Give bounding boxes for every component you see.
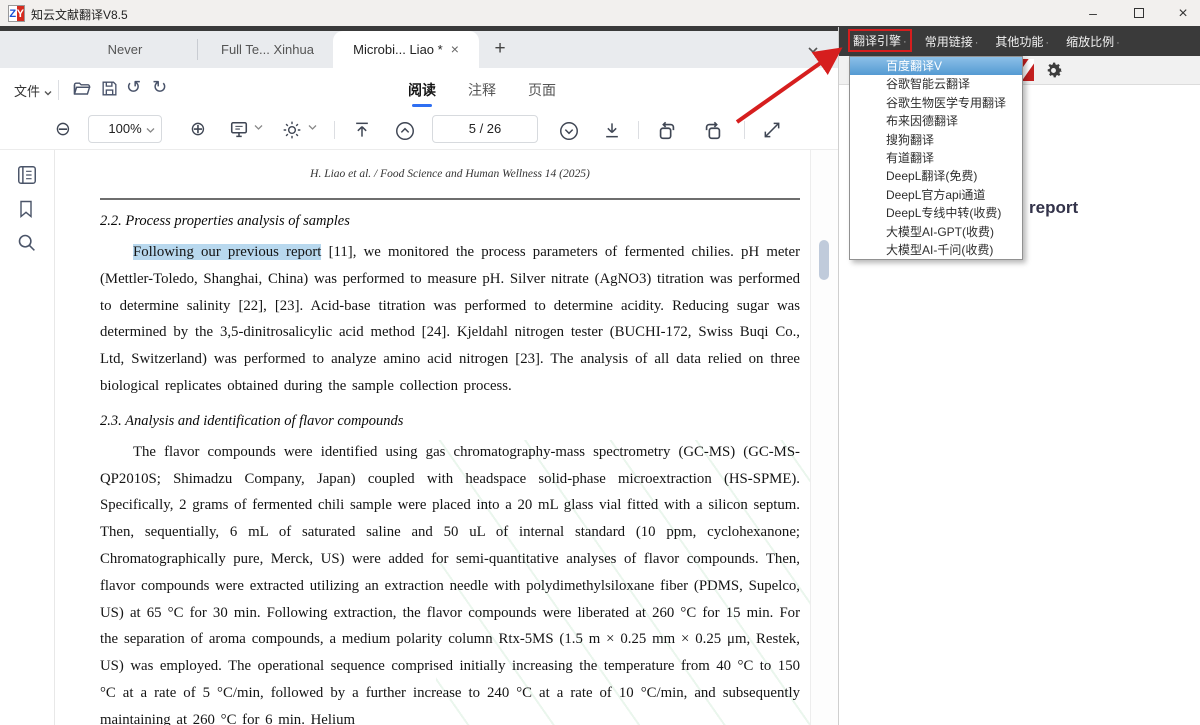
paper-running-head: H. Liao et al. / Food Science and Human …	[310, 168, 590, 180]
paragraph-23: The flavor compounds were identified usi…	[100, 443, 800, 725]
redo-icon[interactable]: ↻	[152, 77, 167, 98]
thumbnail-panel-icon[interactable]	[16, 164, 38, 186]
menu-item-0[interactable]: 翻译引擎 ·	[848, 29, 912, 52]
new-tab-button[interactable]: +	[486, 31, 514, 68]
zoom-level-select[interactable]: 100%	[88, 115, 162, 143]
menu-item-marker: ·	[974, 37, 979, 49]
close-button[interactable]: ×	[1168, 3, 1198, 24]
gear-icon[interactable]	[1043, 60, 1064, 81]
save-icon[interactable]	[100, 79, 122, 101]
next-page-icon[interactable]	[558, 120, 580, 142]
tab-divider	[197, 39, 198, 60]
minimize-button[interactable]: –	[1078, 3, 1108, 24]
pdf-scrollbar[interactable]	[810, 150, 838, 725]
menu-item-label: 翻译引擎	[853, 34, 902, 48]
document-tab-bar: Never Full Te... Xinhua Microbi... Liao …	[0, 31, 838, 68]
dropdown-item-10[interactable]: 大模型AI-千问(收费)	[850, 241, 1022, 259]
chevron-down-icon	[146, 128, 155, 133]
dropdown-item-1[interactable]: 谷歌智能云翻译	[850, 75, 1022, 93]
chevron-down-icon[interactable]	[308, 124, 317, 131]
zoom-out-icon[interactable]: ⊖	[55, 118, 71, 140]
section-heading-23: 2.3. Analysis and identification of flav…	[100, 412, 404, 429]
paragraph-22: Following our previous report [11], we m…	[100, 239, 800, 400]
menu-item-2[interactable]: 其他功能 ·	[991, 31, 1053, 52]
title-bar: Z Y 知云文献翻译V8.5 – ×	[0, 0, 1200, 27]
tab-close-icon[interactable]: ×	[451, 41, 459, 57]
menu-item-label: 其他功能	[995, 35, 1044, 49]
menu-item-marker: ·	[1116, 37, 1120, 49]
previous-page-icon[interactable]	[394, 120, 416, 142]
rotate-left-icon[interactable]	[656, 120, 678, 142]
go-to-top-icon[interactable]	[352, 120, 372, 140]
menu-item-marker: ·	[1045, 37, 1050, 49]
chevron-down-icon	[44, 90, 52, 96]
tab-list-chevron-icon[interactable]	[806, 43, 820, 57]
dropdown-item-9[interactable]: 大模型AI-GPT(收费)	[850, 223, 1022, 241]
dropdown-item-3[interactable]: 布来因德翻译	[850, 112, 1022, 130]
zoom-page-toolbar: ⊖ 100% ⊕ 5 / 26	[0, 112, 838, 150]
toolbar-divider	[334, 121, 335, 139]
translation-menubar: 翻译引擎 · 常用链接 · 其他功能 · 缩放比例 ·	[839, 27, 1200, 56]
document-sidebar	[0, 150, 55, 725]
search-icon[interactable]	[16, 232, 37, 253]
dropdown-item-7[interactable]: DeepL官方api通道	[850, 186, 1022, 204]
menu-item-label: 缩放比例	[1066, 35, 1115, 49]
brightness-icon[interactable]	[282, 120, 302, 140]
dropdown-item-4[interactable]: 搜狗翻译	[850, 131, 1022, 149]
bookmark-icon[interactable]	[16, 198, 36, 220]
tab-never[interactable]: Never	[55, 31, 195, 68]
toolbar-divider	[744, 121, 745, 139]
view-tab-annotate[interactable]: 注释	[468, 80, 496, 100]
chevron-down-icon[interactable]	[254, 124, 263, 131]
pdf-scrollbar-thumb[interactable]	[819, 240, 829, 280]
main-toolbar: 文件 ↺ ↻ 阅读 注释 页面	[0, 68, 838, 112]
dropdown-item-0[interactable]: 百度翻译V	[850, 57, 1022, 76]
page-view-mode-icon[interactable]	[228, 120, 250, 140]
translation-engine-dropdown: 百度翻译V 谷歌智能云翻译 谷歌生物医学专用翻译 布来因德翻译 搜狗翻译 有道翻译 Deep…	[849, 56, 1023, 261]
translation-result-fragment: report	[1029, 198, 1079, 217]
file-menu-button[interactable]: 文件	[14, 81, 53, 100]
paragraph-22-rest: [11], we monitored the process parameter…	[100, 244, 801, 394]
app-logo-icon: Z Y	[8, 5, 25, 22]
tab-microbi-liao-active[interactable]: Microbi... Liao * ×	[333, 31, 479, 68]
zoom-in-icon[interactable]: ⊕	[190, 118, 206, 140]
toolbar-divider	[58, 80, 59, 100]
undo-icon[interactable]: ↺	[126, 77, 141, 98]
app-title: 知云文献翻译V8.5	[31, 8, 128, 22]
fullscreen-expand-icon[interactable]	[762, 120, 782, 140]
menu-item-3[interactable]: 缩放比例 ·	[1062, 31, 1124, 52]
dropdown-item-2[interactable]: 谷歌生物医学专用翻译	[850, 94, 1022, 112]
tab-label: Microbi... Liao *	[353, 42, 443, 57]
menu-item-1[interactable]: 常用链接 ·	[921, 31, 983, 52]
page-number-input[interactable]: 5 / 26	[432, 115, 538, 143]
menu-item-marker: ·	[903, 36, 907, 48]
header-rule	[100, 198, 800, 200]
download-icon[interactable]	[602, 120, 622, 140]
view-tab-read[interactable]: 阅读	[408, 80, 436, 100]
pdf-document-text: H. Liao et al. / Food Science and Human …	[100, 160, 800, 725]
pdf-page-view[interactable]: H. Liao et al. / Food Science and Human …	[56, 150, 810, 725]
tab-fulltext-xinhua[interactable]: Full Te... Xinhua	[205, 31, 330, 68]
dropdown-item-5[interactable]: 有道翻译	[850, 149, 1022, 167]
section-heading-22: 2.2. Process properties analysis of samp…	[100, 213, 350, 229]
dropdown-item-8[interactable]: DeepL专线中转(收费)	[850, 204, 1022, 222]
maximize-icon	[1134, 8, 1144, 18]
view-tab-page[interactable]: 页面	[528, 80, 556, 100]
menu-item-label: 常用链接	[924, 35, 973, 49]
selected-text-highlight[interactable]: Following our previous report	[133, 244, 322, 260]
maximize-button[interactable]	[1124, 3, 1154, 24]
open-folder-icon[interactable]	[72, 79, 94, 101]
rotate-right-icon[interactable]	[702, 120, 724, 142]
toolbar-divider	[638, 121, 639, 139]
dropdown-item-6[interactable]: DeepL翻译(免费)	[850, 167, 1022, 185]
